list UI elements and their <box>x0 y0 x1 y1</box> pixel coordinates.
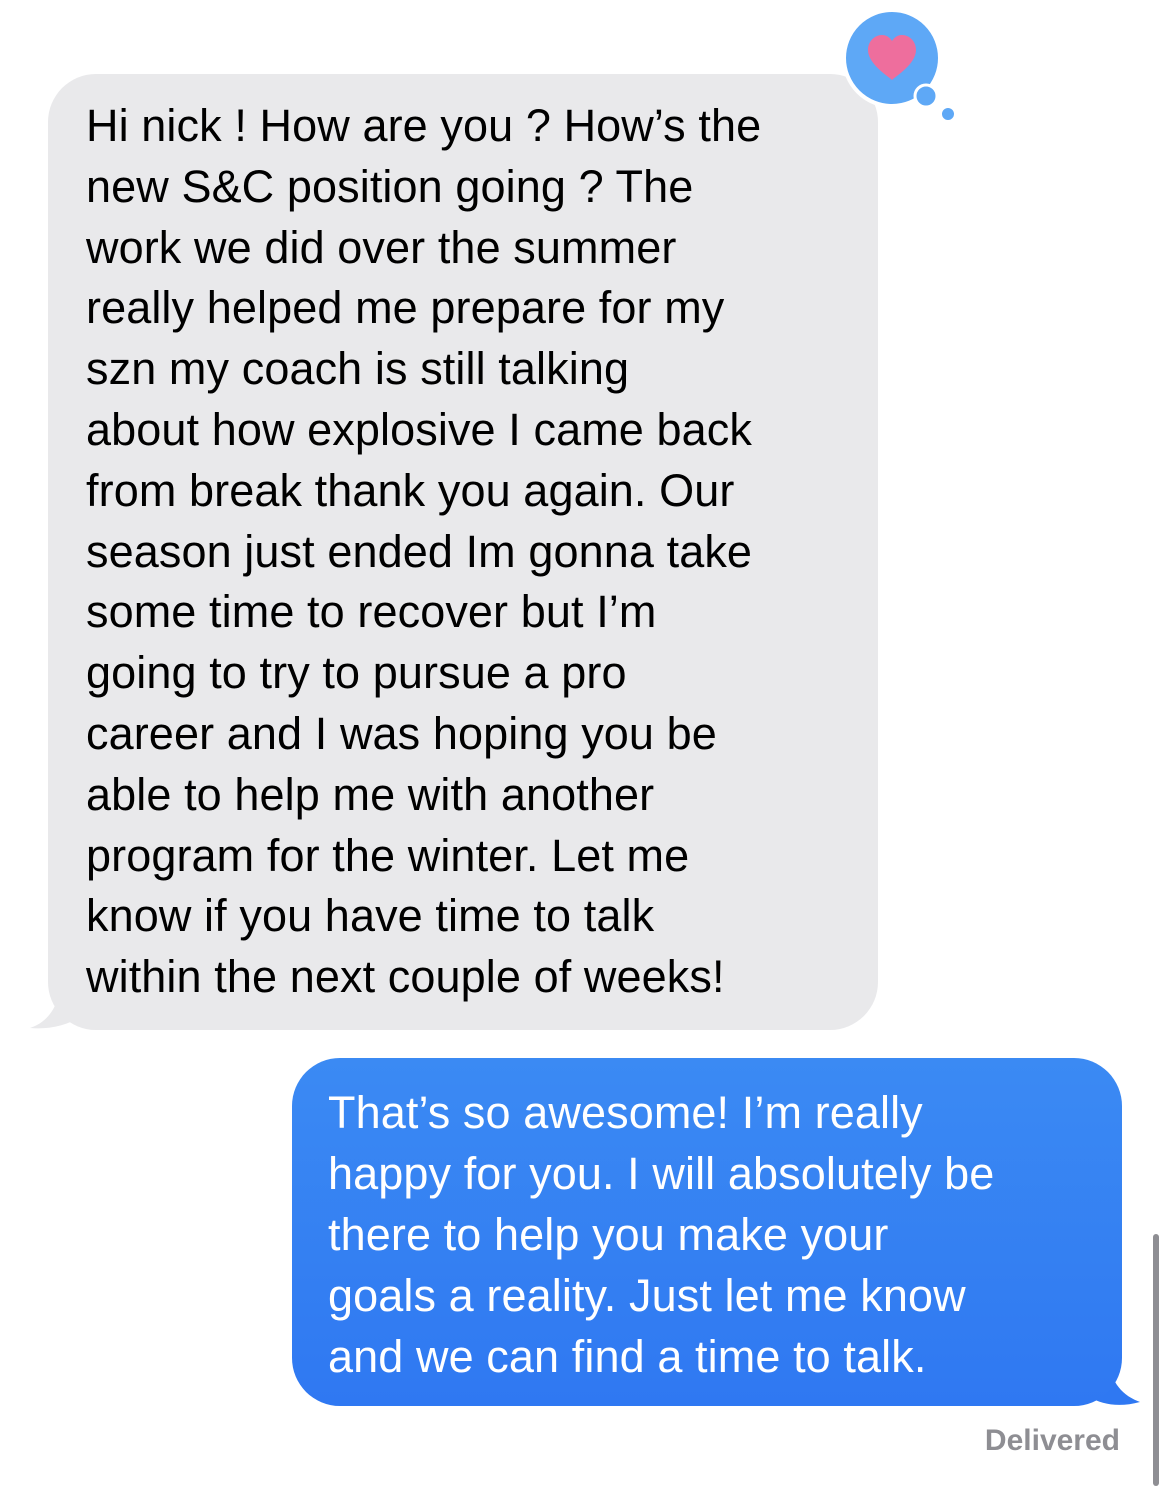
incoming-message-bubble[interactable]: Hi nick ! How are you ? How’s the new S&… <box>48 74 878 1030</box>
incoming-message-text: Hi nick ! How are you ? How’s the new S&… <box>86 100 762 1003</box>
outgoing-message-text: That’s so awesome! I’m really happy for … <box>328 1087 995 1382</box>
scrollbar[interactable] <box>1153 1234 1159 1486</box>
delivery-status: Delivered <box>984 1424 1120 1457</box>
heart-reaction-tapback[interactable] <box>842 8 962 124</box>
message-thread: Hi nick ! How are you ? How’s the new S&… <box>0 0 1170 1498</box>
outgoing-message-bubble[interactable]: That’s so awesome! I’m really happy for … <box>292 1058 1122 1406</box>
